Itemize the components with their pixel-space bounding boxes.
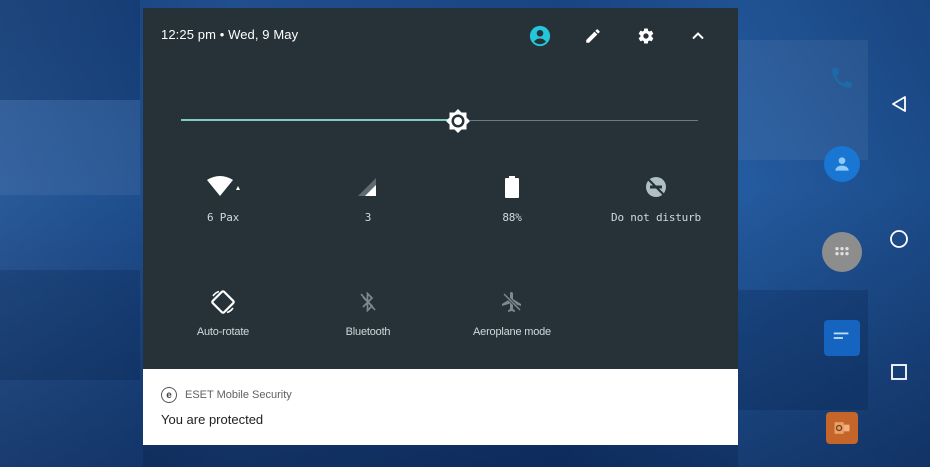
collapse-icon[interactable]: [687, 25, 709, 47]
do-not-disturb-icon: [636, 173, 676, 201]
contacts-app-icon[interactable]: [824, 146, 860, 182]
app-drawer-icon[interactable]: [822, 232, 862, 272]
tile-label: 6 Pax: [206, 211, 240, 224]
notification-header: e ESET Mobile Security: [161, 387, 292, 403]
tile-label: 3: [364, 211, 372, 224]
cellular-signal-icon: [348, 173, 388, 201]
tile-wifi[interactable]: 6 Pax: [153, 171, 293, 251]
tile-aeroplane-mode[interactable]: Aeroplane mode: [442, 286, 582, 366]
tile-label: Bluetooth: [345, 326, 391, 338]
home-icon[interactable]: [884, 224, 914, 254]
brightness-slider-fill: [181, 119, 458, 121]
wallpaper-tile: [0, 270, 140, 380]
notification-app-name: ESET Mobile Security: [185, 389, 292, 401]
tile-bluetooth[interactable]: Bluetooth: [298, 286, 438, 366]
wallpaper-tile: [0, 0, 140, 100]
edit-icon[interactable]: [582, 25, 604, 47]
quick-settings-panel: 12:25 pm • Wed, 9 May 6 Pax 3 88% Do not…: [143, 8, 738, 369]
wallpaper-tile: [143, 445, 738, 467]
time-date-label: 12:25 pm • Wed, 9 May: [161, 27, 299, 42]
tile-auto-rotate[interactable]: Auto-rotate: [153, 286, 293, 366]
settings-icon[interactable]: [635, 25, 657, 47]
battery-icon: [492, 173, 532, 201]
tile-label: Do not disturb: [611, 211, 701, 224]
wallpaper-tile: [738, 40, 868, 160]
outlook-app-icon[interactable]: [826, 412, 858, 444]
wallpaper-tile: [0, 100, 140, 195]
tile-do-not-disturb[interactable]: Do not disturb: [586, 171, 726, 251]
back-icon[interactable]: [884, 89, 914, 119]
recents-icon[interactable]: [884, 357, 914, 387]
auto-rotate-icon: [203, 288, 243, 316]
eset-app-icon: e: [161, 387, 177, 403]
navigation-bar: [868, 0, 930, 467]
account-icon[interactable]: [529, 25, 551, 47]
wifi-icon: [203, 173, 243, 201]
airplane-mode-off-icon: [492, 288, 532, 316]
phone-app-icon[interactable]: [824, 60, 860, 96]
tile-label: Auto-rotate: [196, 326, 250, 338]
brightness-icon: [446, 109, 470, 133]
bluetooth-off-icon: [348, 288, 388, 316]
brightness-slider-track[interactable]: [470, 120, 698, 121]
notification-text: You are protected: [161, 412, 264, 427]
notification-card[interactable]: e ESET Mobile Security You are protected: [143, 369, 738, 445]
tile-label: Aeroplane mode: [473, 326, 551, 338]
tile-mobile-data[interactable]: 3: [298, 171, 438, 251]
tile-label: 88%: [502, 211, 522, 224]
brightness-slider-thumb[interactable]: [444, 107, 472, 135]
status-row: 12:25 pm • Wed, 9 May: [161, 26, 298, 46]
messages-app-icon[interactable]: [824, 320, 860, 356]
tile-battery[interactable]: 88%: [442, 171, 582, 251]
